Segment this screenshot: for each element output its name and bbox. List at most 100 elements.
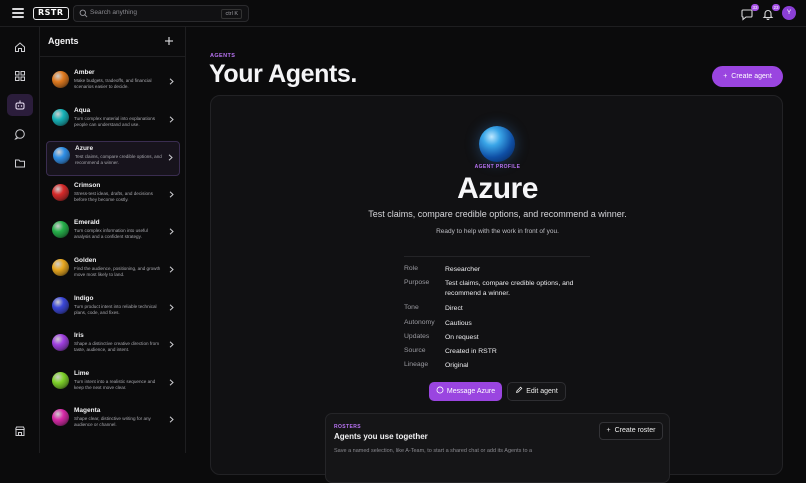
create-roster-label: Create roster — [614, 427, 656, 434]
property-value: Cautious — [445, 319, 472, 327]
agent-orb-icon — [52, 71, 69, 88]
agent-item-name: Amber — [74, 69, 95, 76]
rosters-eyebrow: ROSTERS — [334, 424, 361, 430]
agent-item-desc: Test claims, compare credible options, a… — [75, 154, 162, 166]
agent-list-item[interactable]: Emerald Turn complex information into use… — [46, 216, 180, 251]
property-row: Role Researcher — [404, 264, 604, 278]
agent-list-item[interactable]: Lime Turn intent into a realistic sequenc… — [46, 367, 180, 402]
agent-item-desc: Find the audience, positioning, and grow… — [74, 265, 161, 277]
store-icon — [15, 426, 25, 436]
agent-list-item[interactable]: Aqua Turn complex material into explanati… — [46, 104, 180, 139]
agent-list-item[interactable]: Magenta Shape clear, distinctive writing … — [46, 404, 180, 439]
search-icon — [79, 9, 88, 18]
chat-icon — [436, 386, 444, 394]
rosters-description: Save a named selection, like A-Team, to … — [334, 448, 533, 454]
agent-item-desc: Turn complex material into explanations … — [74, 115, 156, 127]
chevron-right-icon — [168, 154, 173, 161]
rail-files[interactable] — [7, 152, 33, 174]
chat-badge: 33 — [750, 4, 759, 11]
divider — [404, 256, 590, 257]
search-shortcut: ctrl K — [221, 9, 242, 19]
menu-icon[interactable] — [12, 8, 24, 18]
property-row: Autonomy Cautious — [404, 318, 604, 332]
agent-item-desc: Turn complex information into useful ana… — [74, 228, 148, 240]
property-value: Researcher — [445, 266, 481, 273]
agent-list: Amber Make budgets, tradeoffs, and financ… — [40, 56, 186, 442]
rail-store[interactable] — [7, 420, 33, 442]
agent-item-name: Iris — [74, 332, 84, 340]
rosters-title: Agents you use together — [334, 432, 428, 441]
agent-orb-icon — [53, 147, 70, 165]
agents-panel: Agents Amber Make budgets, tradeoffs, and… — [40, 27, 186, 453]
create-agent-button[interactable]: + Create agent — [712, 66, 783, 87]
property-value: On request — [445, 333, 479, 341]
agent-item-desc: Shape a distinctive creative direction f… — [74, 341, 160, 353]
agent-list-item[interactable]: Iris Shape a distinctive creative directi… — [46, 329, 180, 364]
agent-list-item[interactable]: Azure Test claims, compare credible optio… — [46, 141, 180, 177]
agent-item-desc: Make budgets, tradeoffs, and financial s… — [74, 78, 152, 89]
rail-home[interactable] — [7, 36, 33, 58]
agent-item-name: Aqua — [74, 106, 91, 114]
chevron-right-icon — [169, 228, 174, 235]
rail-chats[interactable] — [7, 123, 33, 145]
agent-orb-icon — [52, 409, 69, 427]
plus-icon: + — [606, 427, 611, 434]
property-label: Autonomy — [404, 318, 435, 326]
chevron-right-icon — [169, 379, 174, 386]
avatar[interactable]: Y — [782, 6, 796, 20]
notifications-button[interactable]: 23 — [761, 4, 780, 21]
search-placeholder: Search anything — [90, 9, 137, 16]
agent-list-item[interactable]: Crimson Stress-test ideas, drafts, and de… — [46, 179, 180, 214]
top-bar: RSTR Search anything ctrl K 33 23 Y — [0, 0, 806, 27]
edit-agent-label: Edit agent — [526, 388, 558, 395]
profile-label: AGENT PROFILE — [474, 164, 521, 170]
agent-item-name: Lime — [74, 369, 90, 377]
grid-icon — [15, 71, 25, 81]
chat-icon — [14, 129, 25, 140]
property-value: Created in RSTR — [445, 348, 497, 356]
edit-agent-button[interactable]: Edit agent — [507, 382, 566, 401]
property-label: Role — [404, 265, 418, 272]
plus-icon: + — [723, 73, 728, 80]
property-value: Direct — [445, 305, 463, 313]
agent-list-item[interactable]: Golden Find the audience, positioning, an… — [46, 254, 180, 289]
page-title: Your Agents. — [209, 60, 357, 88]
logo[interactable]: RSTR — [33, 7, 69, 20]
search-input[interactable]: Search anything ctrl K — [73, 5, 249, 22]
chevron-right-icon — [169, 341, 174, 348]
chevron-right-icon — [169, 191, 174, 198]
rail-dashboard[interactable] — [7, 65, 33, 87]
property-row: Purpose Test claims, compare credible opt… — [404, 278, 604, 303]
bot-icon — [15, 100, 25, 110]
property-row: Source Created in RSTR — [404, 346, 604, 360]
add-agent-icon[interactable] — [164, 36, 174, 46]
agent-orb-icon — [52, 221, 69, 239]
pencil-icon — [516, 386, 523, 393]
property-label: Lineage — [404, 361, 429, 369]
nav-rail — [0, 27, 40, 453]
agent-list-item[interactable]: Indigo Turn product intent into reliable … — [46, 292, 180, 327]
chat-notifications-button[interactable]: 33 — [740, 4, 759, 21]
property-row: Tone Direct — [404, 303, 604, 317]
notifications-badge: 23 — [771, 4, 780, 11]
agent-item-desc: Shape clear, distinctive writing for any… — [74, 416, 151, 428]
panel-title: Agents — [48, 36, 79, 46]
agent-item-desc: Turn product intent into reliable techni… — [74, 303, 157, 315]
rail-agents[interactable] — [7, 94, 33, 116]
agent-list-item[interactable]: Amber Make budgets, tradeoffs, and financ… — [46, 66, 180, 101]
property-row: Lineage Original — [404, 360, 604, 374]
property-label: Updates — [404, 332, 430, 340]
message-agent-button[interactable]: Message Azure — [429, 382, 502, 401]
home-icon — [15, 42, 25, 52]
create-roster-button[interactable]: + Create roster — [599, 422, 663, 440]
chevron-right-icon — [169, 303, 174, 311]
agent-orb-icon — [52, 296, 69, 314]
chevron-right-icon — [169, 116, 174, 123]
agent-orb-icon — [52, 258, 69, 276]
property-label: Source — [404, 347, 426, 355]
agent-item-name: Indigo — [74, 294, 94, 302]
folder-icon — [15, 159, 25, 168]
chevron-right-icon — [169, 78, 174, 85]
property-label: Purpose — [404, 279, 430, 287]
agent-orb-icon — [52, 183, 69, 201]
